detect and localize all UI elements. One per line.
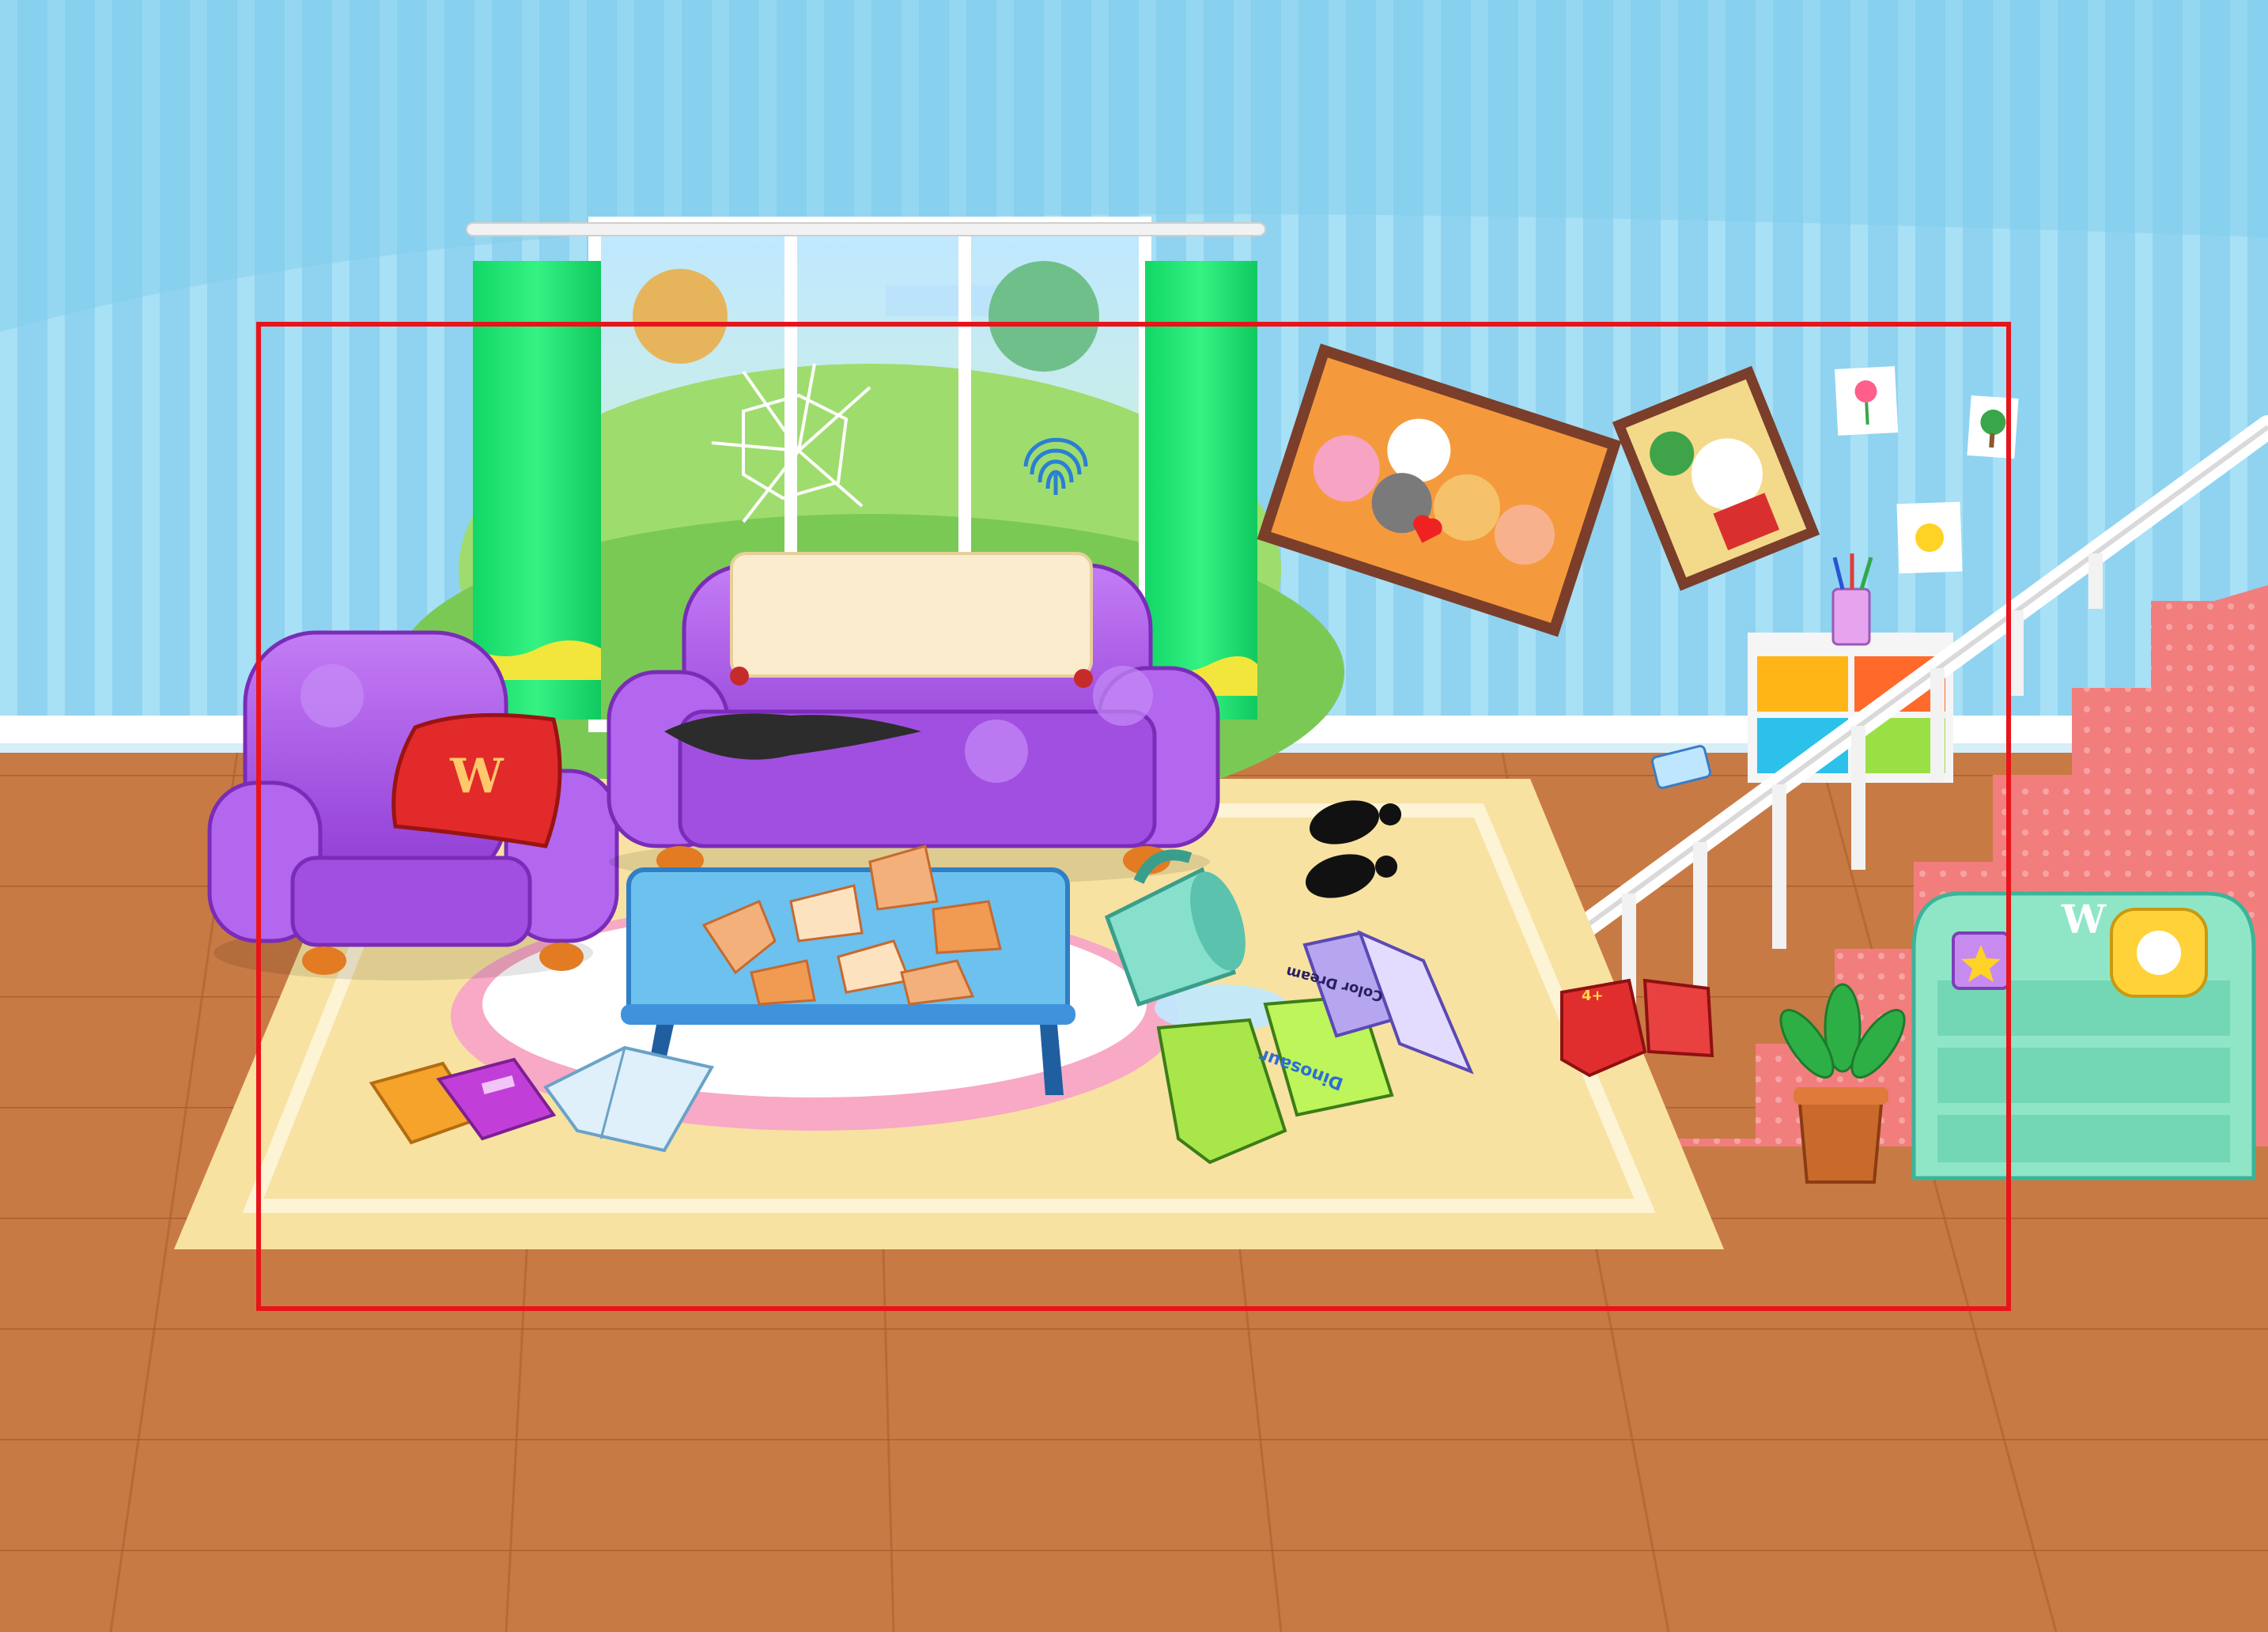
red-book-label: 4+ <box>1582 988 1604 1004</box>
yellow-backpack[interactable] <box>2110 908 2208 998</box>
sofa-blanket[interactable] <box>730 552 1093 688</box>
left-curtain[interactable] <box>473 261 601 720</box>
right-curtain[interactable] <box>1145 261 1257 720</box>
flower-drawing[interactable] <box>1834 366 1899 436</box>
w-logo-icon: W <box>449 749 505 804</box>
curtain-rod <box>466 222 1266 236</box>
game-scene: W Dinosaur Color Dream 4+ W <box>0 0 2268 1632</box>
sun-drawing[interactable] <box>1896 501 1963 574</box>
svg-text:W: W <box>2061 896 2107 943</box>
svg-text:W: W <box>449 749 505 804</box>
drawer-cabinet[interactable] <box>1748 633 1953 783</box>
toy-block[interactable] <box>1952 931 2010 990</box>
w-pillow[interactable]: W <box>391 712 562 848</box>
